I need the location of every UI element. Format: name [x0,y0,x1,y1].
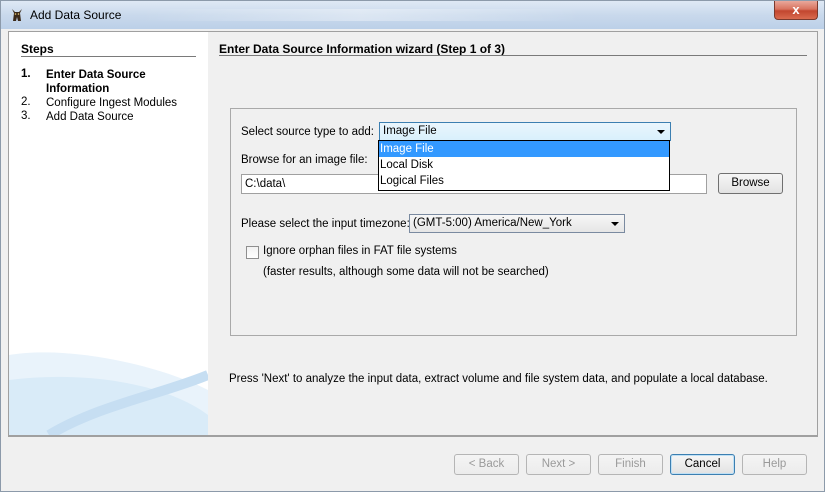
title-bar[interactable]: Add Data Source x [1,1,824,29]
close-button[interactable]: x [774,1,818,20]
step-number: 3. [21,110,31,122]
back-button[interactable]: < Back [454,454,519,475]
source-type-label: Select source type to add: [241,126,374,138]
source-type-value: Image File [383,125,437,137]
browse-label: Browse for an image file: [241,154,368,166]
ignore-orphan-label: Ignore orphan files in FAT file systems [263,245,457,257]
next-button[interactable]: Next > [526,454,591,475]
window-title: Add Data Source [30,8,122,22]
dropdown-option-logical-files[interactable]: Logical Files [379,173,669,189]
timezone-value: (GMT-5:00) America/New_York [413,217,572,229]
steps-title: Steps [21,42,54,56]
add-data-source-dialog: Add Data Source x Steps 1. Enter Data So… [0,0,825,492]
dropdown-option-local-disk[interactable]: Local Disk [379,157,669,173]
wizard-divider [219,55,807,56]
timezone-label: Please select the input timezone: [241,218,410,230]
wizard-panel: Enter Data Source Information wizard (St… [208,32,817,435]
finish-button[interactable]: Finish [598,454,663,475]
step-label: Enter Data Source Information [46,69,146,95]
autopsy-dog-icon [12,9,22,21]
browse-button[interactable]: Browse [718,173,783,194]
next-hint-text: Press 'Next' to analyze the input data, … [229,373,768,385]
close-icon: x [792,2,800,17]
step-label: Add Data Source [46,111,134,123]
chevron-down-icon [611,222,619,226]
cancel-button[interactable]: Cancel [670,454,735,475]
wizard-title: Enter Data Source Information wizard (St… [219,42,506,56]
steps-divider [21,56,196,57]
ignore-orphan-note: (faster results, although some data will… [263,266,549,278]
chevron-down-icon [657,130,665,134]
timezone-select[interactable]: (GMT-5:00) America/New_York [409,214,625,233]
footer-divider [8,436,818,437]
ignore-orphan-checkbox[interactable] [246,246,259,259]
dialog-content: Steps 1. Enter Data Source Information 2… [8,31,818,436]
decorative-swoosh [9,352,208,435]
dropdown-option-image-file[interactable]: Image File [379,141,669,157]
step-number: 1. [21,68,31,80]
steps-panel: Steps 1. Enter Data Source Information 2… [9,32,208,435]
step-label: Configure Ingest Modules [46,97,178,109]
source-type-select[interactable]: Image File [379,122,671,141]
source-type-dropdown-list[interactable]: Image File Local Disk Logical Files [378,140,670,191]
help-button[interactable]: Help [742,454,807,475]
step-number: 2. [21,96,31,108]
